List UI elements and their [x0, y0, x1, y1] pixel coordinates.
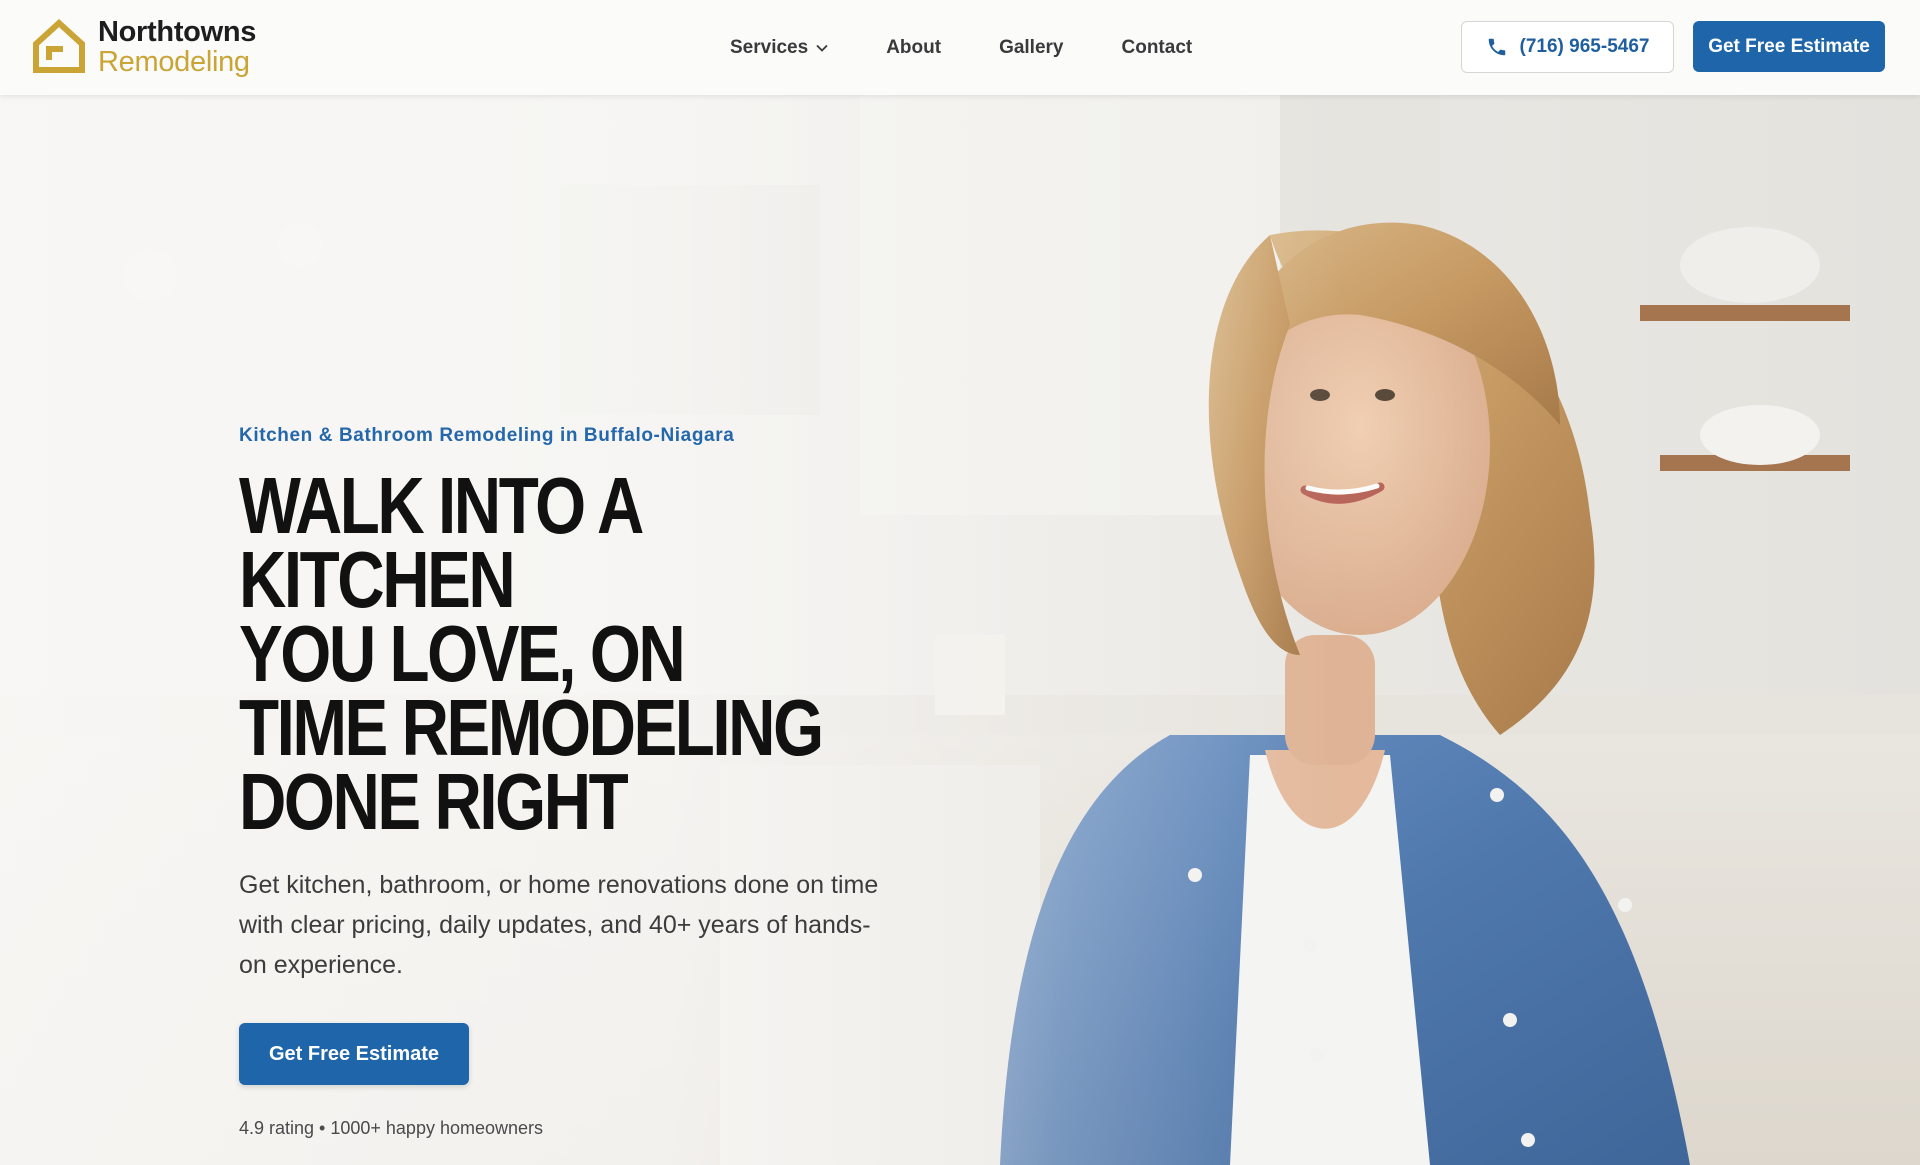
hero-subtext: Get kitchen, bathroom, or home renovatio…	[239, 871, 879, 979]
nav-item-about[interactable]: About	[886, 37, 941, 59]
house-logo-icon	[33, 18, 85, 73]
hero-headline-line: WALK INTO A KITCHEN	[239, 461, 642, 624]
header-estimate-button[interactable]: Get Free Estimate	[1693, 21, 1885, 72]
hero-estimate-button[interactable]: Get Free Estimate	[239, 1023, 469, 1085]
phone-icon	[1488, 38, 1505, 56]
brand-wordmark: Northtowns Remodeling	[98, 15, 257, 78]
phone-button[interactable]: (716) 965-5467	[1461, 21, 1674, 73]
nav-item-services[interactable]: Services	[730, 37, 828, 59]
nav-item-gallery[interactable]: Gallery	[999, 37, 1063, 59]
hero-headline: WALK INTO A KITCHEN YOU LOVE, ON TIME RE…	[239, 461, 879, 846]
brand-name-line2: Remodeling	[98, 45, 250, 78]
hero-section: Kitchen & Bathroom Remodeling in Buffalo…	[0, 95, 1920, 1165]
nav-item-label: Gallery	[999, 36, 1064, 58]
nav-item-label: About	[886, 36, 942, 58]
hero-content: Kitchen & Bathroom Remodeling in Buffalo…	[239, 425, 919, 1139]
hero-headline-line: YOU LOVE, ON	[239, 609, 686, 698]
hero-headline-line: DONE RIGHT	[239, 757, 629, 846]
nav-item-contact[interactable]: Contact	[1122, 37, 1193, 59]
brand-logo[interactable]: Northtowns Remodeling	[32, 16, 256, 78]
chevron-down-icon	[816, 44, 828, 52]
hero-eyebrow: Kitchen & Bathroom Remodeling in Buffalo…	[239, 425, 735, 446]
brand-name-line1: Northtowns	[98, 15, 257, 48]
hero-headline-line: TIME REMODELING	[239, 683, 824, 772]
nav-item-label: Contact	[1121, 36, 1193, 58]
nav-item-label: Services	[730, 36, 809, 58]
phone-number: (716) 965-5467	[1519, 36, 1650, 57]
main-nav: Services About Gallery Contact	[730, 0, 1250, 95]
rating-text: 4.9 rating • 1000+ happy homeowners	[239, 1118, 544, 1138]
site-header: Northtowns Remodeling Services About Gal…	[0, 0, 1920, 95]
